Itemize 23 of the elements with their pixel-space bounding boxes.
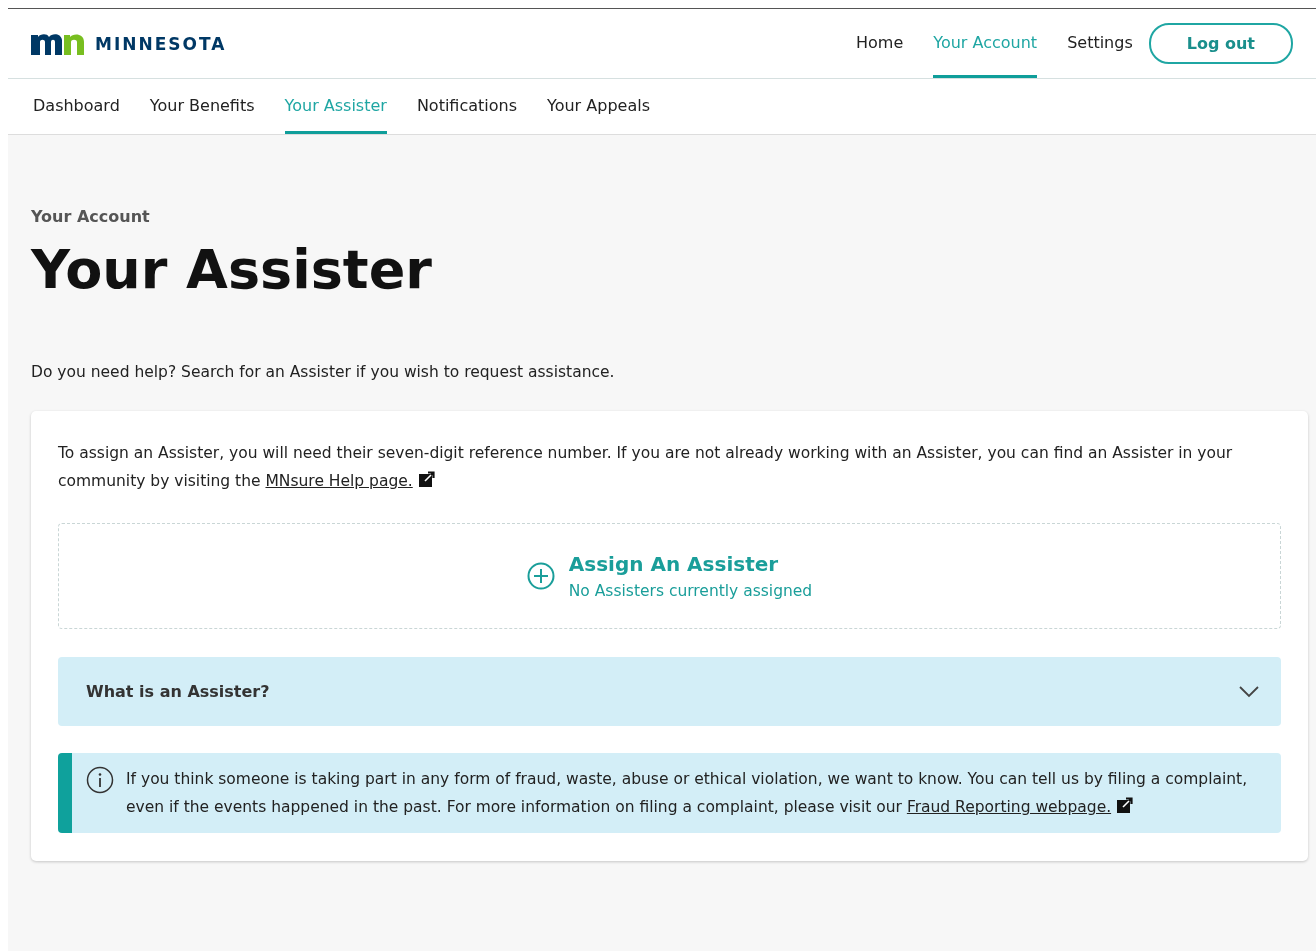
external-link-icon xyxy=(1117,797,1134,813)
chevron-icon xyxy=(1239,685,1259,698)
fraud-link[interactable]: Fraud Reporting webpage. xyxy=(906,798,1112,816)
logo-icon xyxy=(31,32,85,55)
nav-link[interactable]: Home xyxy=(856,9,904,78)
assign-status: No Assisters currently assigned xyxy=(568,582,813,600)
page-title: Your Assister xyxy=(31,238,433,301)
nav-link[interactable]: Settings xyxy=(1067,9,1133,78)
logo-text: MINNESOTA xyxy=(95,33,227,54)
external-link-icon xyxy=(418,471,435,487)
accordion-header[interactable]: What is an Assister? xyxy=(58,657,1281,726)
subnav-tab[interactable]: Dashboard xyxy=(33,79,120,134)
info-icon xyxy=(86,766,114,794)
breadcrumb: Your Account xyxy=(31,207,151,226)
subnav-tab[interactable]: Your Benefits xyxy=(149,79,255,134)
intro-text: Do you need help? Search for an Assister if you wish to request assistance. xyxy=(31,363,616,381)
notice-text: If you think someone is taking part in any form of fraud, waste, abuse or ethical violation, we want to know. You can tell us by filing a complaint, even if the events happened in the past. For more information on filing a complaint, please visit our Fraud Reporting webpage. xyxy=(126,769,1249,818)
subnav-tab[interactable]: Notifications xyxy=(416,79,518,134)
plus-circle-icon[interactable] xyxy=(526,562,555,590)
subnav-tab[interactable]: Your Appeals xyxy=(547,79,650,134)
logout-button[interactable]: Log out xyxy=(1148,23,1293,64)
help-link[interactable]: MNsure Help page. xyxy=(265,472,413,490)
instructions-text: To assign an Assister, you will need their seven-digit reference number. If you are not already working with an Assister, you can find an Assister in your community by visiting the MNsure Help page. xyxy=(58,443,1234,492)
